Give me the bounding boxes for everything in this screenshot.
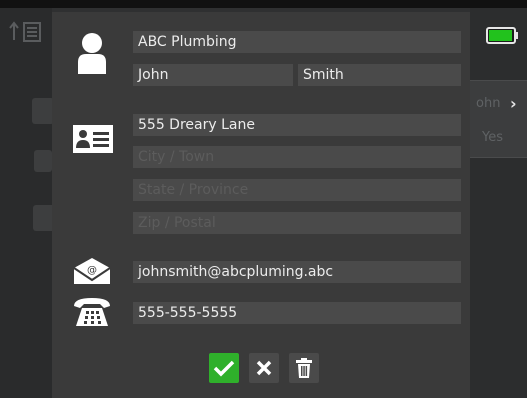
battery-tip (515, 32, 518, 39)
phone-field[interactable]: 555-555-5555 (133, 302, 461, 324)
email-icon: @ (72, 256, 112, 290)
close-icon (256, 360, 272, 376)
background-right-text: ohn (476, 96, 501, 111)
background-ghost-icon (32, 98, 54, 124)
contact-dialog: ABC Plumbing John Smith 555 Dreary Lane … (52, 12, 470, 398)
background-right-panel (470, 80, 527, 158)
background-ghost-icon (34, 150, 52, 172)
last-name-field[interactable]: Smith (298, 64, 461, 86)
cancel-button[interactable] (249, 353, 279, 383)
city-field[interactable]: City / Town (133, 146, 461, 168)
state-field[interactable]: State / Province (133, 179, 461, 201)
company-field[interactable]: ABC Plumbing (133, 31, 461, 53)
check-icon (213, 360, 235, 377)
address-card-icon (72, 124, 114, 158)
trash-icon (296, 358, 312, 378)
chevron-right-icon[interactable]: › (510, 94, 517, 113)
delete-button[interactable] (289, 353, 319, 383)
background-top-bar (0, 0, 527, 8)
street-field[interactable]: 555 Dreary Lane (133, 114, 461, 136)
svg-text:@: @ (87, 265, 97, 276)
email-field[interactable]: johnsmith@abcpluming.abc (133, 261, 461, 283)
battery-icon (486, 27, 516, 44)
background-left-toolbar (0, 8, 52, 398)
background-right-text: Yes (482, 130, 503, 145)
first-name-field[interactable]: John (133, 64, 293, 86)
background-left-icon (8, 18, 46, 48)
zip-field[interactable]: Zip / Postal (133, 212, 461, 234)
person-icon (76, 32, 108, 78)
background-right-column (470, 8, 527, 398)
telephone-icon (72, 296, 112, 332)
confirm-button[interactable] (209, 353, 239, 383)
